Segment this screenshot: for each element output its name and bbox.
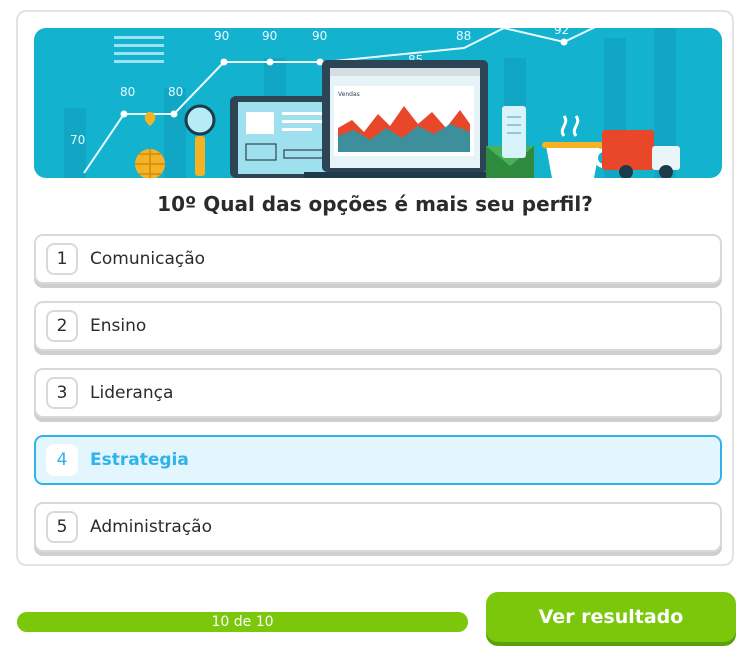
answer-option-5[interactable]: 5 Administração <box>34 502 722 552</box>
laptop-screen-label: Vendas <box>338 91 360 98</box>
receipt-icon <box>502 106 526 158</box>
answer-options: 1 Comunicação 2 Ensino 3 Liderança 4 Est… <box>34 234 722 569</box>
banner-number: 70 <box>70 133 85 147</box>
option-label: Estrategia <box>90 450 189 470</box>
globe-icon <box>135 112 165 178</box>
banner-number: 90 <box>312 29 327 43</box>
answer-option-4[interactable]: 4 Estrategia <box>34 435 722 485</box>
magnifier-icon <box>184 104 216 176</box>
quiz-card: 70 80 80 90 90 90 85 88 92 <box>16 10 734 566</box>
option-number: 2 <box>46 310 78 342</box>
progress-text: 10 de 10 <box>211 614 274 630</box>
coffee-cup-icon <box>542 115 614 178</box>
progress-bar: 10 de 10 <box>17 612 468 632</box>
option-number: 3 <box>46 377 78 409</box>
option-label: Liderança <box>90 383 174 403</box>
option-number: 1 <box>46 243 78 275</box>
banner-number: 88 <box>456 29 471 43</box>
answer-option-1[interactable]: 1 Comunicação <box>34 234 722 284</box>
analytics-illustration: 70 80 80 90 90 90 85 88 92 <box>64 28 680 178</box>
option-label: Administração <box>90 517 212 537</box>
answer-option-3[interactable]: 3 Liderança <box>34 368 722 418</box>
banner-number: 90 <box>262 29 277 43</box>
option-label: Comunicação <box>90 249 206 269</box>
banner-number: 92 <box>554 28 569 37</box>
question-title: 10º Qual das opções é mais seu perfil? <box>157 192 593 216</box>
banner-number: 80 <box>168 85 183 99</box>
answer-option-2[interactable]: 2 Ensino <box>34 301 722 351</box>
banner-illustration: 70 80 80 90 90 90 85 88 92 <box>34 28 722 178</box>
option-label: Ensino <box>90 316 147 336</box>
option-number: 4 <box>46 444 78 476</box>
option-number: 5 <box>46 511 78 543</box>
list-lines <box>114 36 164 63</box>
see-result-button[interactable]: Ver resultado <box>486 592 736 642</box>
laptop-icon: Vendas <box>304 60 510 178</box>
banner-number: 90 <box>214 29 229 43</box>
banner-number: 80 <box>120 85 135 99</box>
